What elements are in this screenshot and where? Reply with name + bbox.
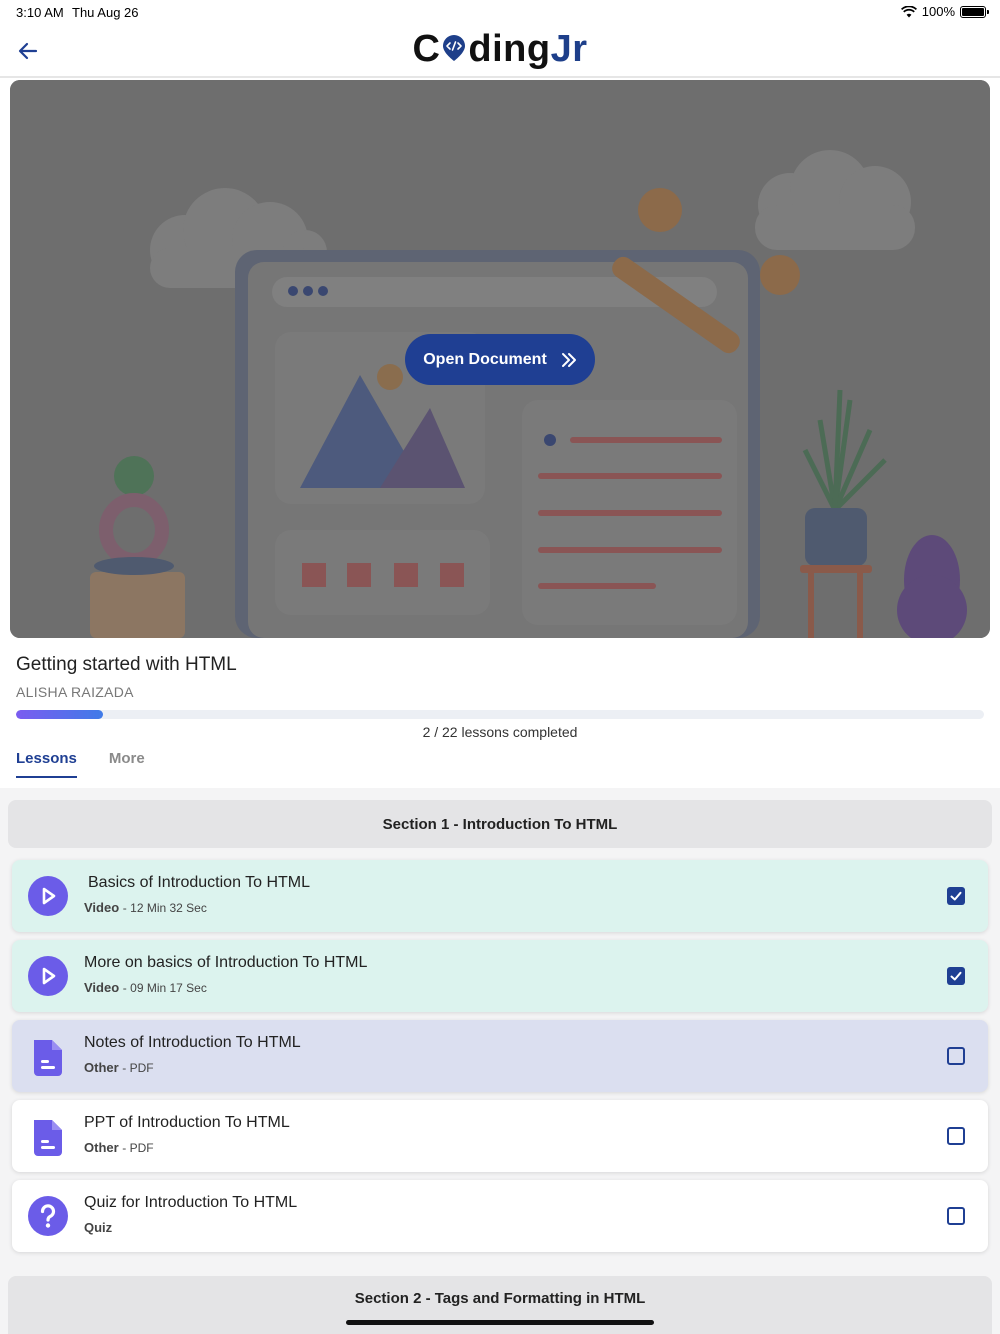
lesson-title: Quiz for Introduction To HTML bbox=[84, 1194, 298, 1211]
lesson-type: Other bbox=[84, 1060, 119, 1075]
battery-percent: 100% bbox=[921, 4, 955, 19]
lesson-title: Basics of Introduction To HTML bbox=[88, 874, 311, 891]
course-tabs: Lessons More bbox=[16, 750, 145, 778]
logo-text-ding: ding bbox=[468, 28, 551, 70]
lesson-complete-checkbox[interactable] bbox=[947, 887, 965, 905]
lesson-item[interactable]: Quiz for Introduction To HTML Quiz bbox=[12, 1180, 988, 1252]
status-date: Thu Aug 26 bbox=[72, 5, 139, 20]
lesson-list: Section 1 - Introduction To HTML Basics … bbox=[0, 788, 1000, 1334]
document-icon bbox=[34, 1120, 62, 1156]
lesson-complete-checkbox[interactable] bbox=[947, 1127, 965, 1145]
check-icon bbox=[950, 891, 962, 901]
lesson-complete-checkbox[interactable] bbox=[947, 1207, 965, 1225]
course-hero-image: Open Document bbox=[10, 80, 990, 638]
lesson-type: Quiz bbox=[84, 1220, 113, 1235]
open-document-label: Open Document bbox=[423, 350, 547, 368]
question-icon bbox=[28, 1196, 68, 1236]
lesson-complete-checkbox[interactable] bbox=[947, 1047, 965, 1065]
lesson-complete-checkbox[interactable] bbox=[947, 967, 965, 985]
battery-icon bbox=[960, 5, 989, 18]
tab-lessons[interactable]: Lessons bbox=[16, 750, 77, 778]
lesson-meta: Video - 12 Min 32 Sec bbox=[84, 900, 207, 915]
lesson-item[interactable]: PPT of Introduction To HTML Other - PDF bbox=[12, 1100, 988, 1172]
wifi-icon bbox=[900, 5, 917, 17]
status-bar: 3:10 AM Thu Aug 26 100% bbox=[0, 0, 1000, 24]
double-chevron-right-icon bbox=[561, 352, 576, 367]
lesson-format: PDF bbox=[129, 1141, 154, 1155]
lesson-title: PPT of Introduction To HTML bbox=[84, 1114, 290, 1131]
lesson-type: Video bbox=[84, 980, 120, 995]
document-icon bbox=[34, 1040, 62, 1076]
course-progress-bar bbox=[16, 710, 984, 719]
course-author: ALISHA RAIZADA bbox=[16, 684, 134, 700]
app-header: CdingJr bbox=[0, 24, 1000, 78]
codingjr-logo: CdingJr bbox=[0, 28, 1000, 71]
lesson-item[interactable]: More on basics of Introduction To HTML V… bbox=[12, 940, 988, 1012]
tab-more[interactable]: More bbox=[109, 750, 145, 778]
play-icon bbox=[28, 876, 68, 916]
lesson-meta: Other - PDF bbox=[84, 1060, 154, 1075]
open-document-button[interactable]: Open Document bbox=[405, 334, 595, 385]
lesson-type: Other bbox=[84, 1140, 119, 1155]
lesson-title: Notes of Introduction To HTML bbox=[84, 1034, 301, 1051]
lesson-meta: Quiz bbox=[84, 1220, 112, 1235]
lesson-item[interactable]: Basics of Introduction To HTML Video - 1… bbox=[12, 860, 988, 932]
status-time: 3:10 AM bbox=[16, 5, 64, 20]
lesson-title: More on basics of Introduction To HTML bbox=[84, 954, 368, 971]
lesson-type: Video bbox=[84, 900, 120, 915]
lesson-format: PDF bbox=[129, 1061, 154, 1075]
lesson-meta: Video - 09 Min 17 Sec bbox=[84, 980, 207, 995]
progress-text: 2 / 22 lessons completed bbox=[422, 724, 578, 740]
code-pin-icon bbox=[440, 30, 468, 61]
logo-text-c: C bbox=[412, 28, 441, 70]
check-icon bbox=[950, 971, 962, 981]
home-indicator bbox=[346, 1320, 654, 1325]
lesson-item[interactable]: Notes of Introduction To HTML Other - PD… bbox=[12, 1020, 988, 1092]
course-title: Getting started with HTML bbox=[16, 654, 237, 675]
section-header[interactable]: Section 1 - Introduction To HTML bbox=[8, 800, 992, 848]
lesson-meta: Other - PDF bbox=[84, 1140, 154, 1155]
status-right: 100% bbox=[900, 4, 989, 19]
lesson-duration: 09 Min 17 Sec bbox=[130, 981, 207, 995]
course-progress-fill bbox=[16, 710, 104, 719]
lesson-duration: 12 Min 32 Sec bbox=[130, 901, 207, 915]
play-icon bbox=[28, 956, 68, 996]
logo-text-jr: Jr bbox=[550, 28, 588, 70]
section-header[interactable]: Section 2 - Tags and Formatting in HTML bbox=[8, 1276, 992, 1334]
